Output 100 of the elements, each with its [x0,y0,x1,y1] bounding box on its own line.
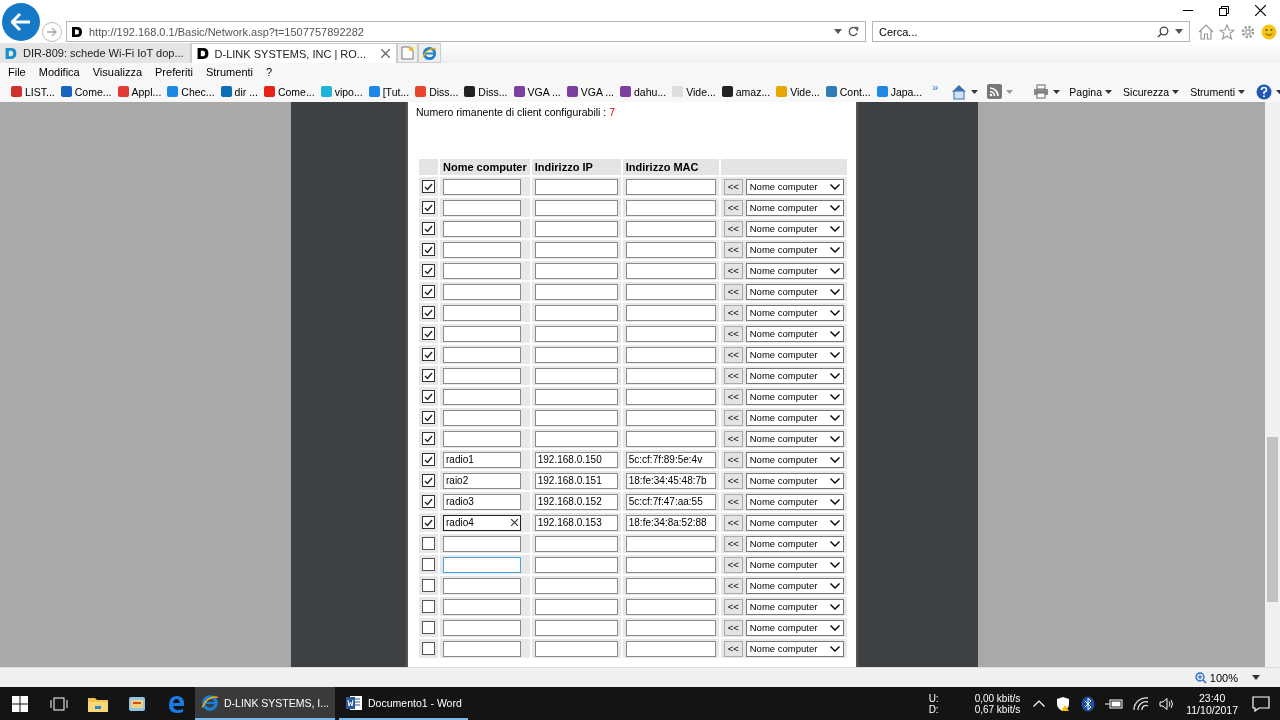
favorite-link[interactable]: vipo... [319,85,363,98]
text-field[interactable] [625,346,716,363]
shield-icon[interactable] [1055,695,1072,712]
checkbox[interactable] [422,558,435,571]
address-bar[interactable]: http://192.168.0.1/Basic/Network.asp?t=1507757892282 [66,21,866,42]
checkbox[interactable] [422,537,435,550]
home-icon[interactable] [1198,23,1214,40]
dropdown[interactable]: Nome computer [745,430,844,447]
text-field[interactable] [625,178,716,195]
checkbox[interactable] [422,264,435,277]
text-field[interactable]: 5c:cf:7f:47:aa:55 [625,493,716,510]
copy-button[interactable]: << [723,367,743,384]
copy-button[interactable]: << [723,640,743,657]
copy-button[interactable]: << [723,535,743,552]
menu-item[interactable]: File [8,66,26,78]
search-field[interactable]: Cerca... [872,21,1190,42]
checkbox[interactable] [422,243,435,256]
text-field[interactable] [443,262,521,279]
text-field[interactable] [534,178,618,195]
text-field[interactable] [625,556,716,573]
text-field[interactable] [534,199,618,216]
text-field[interactable]: raio2 [443,472,521,489]
dropdown[interactable]: Nome computer [745,178,844,195]
text-field[interactable] [625,388,716,405]
checkbox[interactable] [422,369,435,382]
text-field[interactable]: 192.168.0.153 [534,514,618,531]
text-field[interactable] [443,430,521,447]
text-field[interactable] [534,598,618,615]
favorite-link[interactable]: Diss... [414,85,459,98]
print-button[interactable] [1033,84,1061,99]
dropdown[interactable]: Nome computer [745,598,844,615]
minimize-icon[interactable] [1183,9,1193,12]
settings-icon[interactable] [1240,23,1256,40]
menu-item[interactable]: Modifica [38,66,80,78]
copy-button[interactable]: << [723,262,743,279]
text-field[interactable] [534,388,618,405]
text-field[interactable] [443,640,521,657]
copy-button[interactable]: << [723,577,743,594]
text-field[interactable] [443,241,521,258]
menu-item[interactable]: ? [266,66,273,78]
text-field[interactable] [443,367,521,384]
text-field[interactable] [443,388,521,405]
dropdown[interactable]: Nome computer [745,535,844,552]
text-field[interactable] [625,304,716,321]
text-field[interactable] [443,199,521,216]
text-field[interactable] [625,640,716,657]
text-field[interactable] [443,577,521,594]
clock-time[interactable]: 23:40 [1198,691,1226,704]
text-field[interactable] [625,619,716,636]
copy-button[interactable]: << [723,451,743,468]
dropdown[interactable]: Nome computer [745,367,844,384]
text-field[interactable] [534,556,618,573]
text-field[interactable] [443,598,521,615]
checkbox[interactable] [422,201,435,214]
text-field[interactable] [625,577,716,594]
menu-item[interactable]: Strumenti [205,66,253,78]
wifi-icon[interactable] [1133,696,1150,711]
menu-item[interactable]: Visualizza [92,66,143,78]
copy-button[interactable]: << [723,619,743,636]
copy-button[interactable]: << [723,220,743,237]
dropdown[interactable]: Nome computer [745,451,844,468]
text-field[interactable] [534,346,618,363]
checkbox[interactable] [422,453,435,466]
checkbox[interactable] [422,495,435,508]
text-field[interactable]: radio1 [443,451,521,468]
text-field[interactable] [625,262,716,279]
text-field[interactable] [534,640,618,657]
text-field[interactable] [534,535,618,552]
favorite-link[interactable]: dahu... [619,85,667,98]
copy-button[interactable]: << [723,178,743,195]
close-icon[interactable] [1255,5,1266,16]
checkbox[interactable] [422,621,435,634]
forward-button[interactable] [42,21,62,42]
favorite-link[interactable]: Come... [59,85,112,98]
dropdown[interactable]: Nome computer [745,325,844,342]
dropdown[interactable]: Nome computer [745,346,844,363]
favorite-link[interactable]: VGA ... [512,85,561,98]
text-field[interactable]: 192.168.0.151 [534,472,618,489]
copy-button[interactable]: << [723,493,743,510]
text-field[interactable] [443,556,521,573]
checkbox[interactable] [422,222,435,235]
toolbar-menu[interactable]: Sicurezza [1123,85,1180,98]
clock-date[interactable]: 11/10/2017 [1186,703,1238,716]
restore-icon[interactable] [1219,5,1229,16]
text-field[interactable] [443,619,521,636]
text-field[interactable] [534,577,618,594]
copy-button[interactable]: << [723,430,743,447]
help-button[interactable] [1256,83,1280,100]
favorite-link[interactable]: [Tut... [367,85,410,98]
dropdown[interactable]: Nome computer [745,409,844,426]
text-field[interactable] [625,325,716,342]
zoom-control[interactable]: 100% [1194,671,1238,684]
checkbox[interactable] [422,474,435,487]
checkbox[interactable] [422,348,435,361]
dropdown[interactable]: Nome computer [745,220,844,237]
text-field[interactable] [625,241,716,258]
text-field[interactable]: 18:fe:34:45:48:7b [625,472,716,489]
checkbox[interactable] [422,411,435,424]
copy-button[interactable]: << [723,556,743,573]
checkbox[interactable] [422,390,435,403]
